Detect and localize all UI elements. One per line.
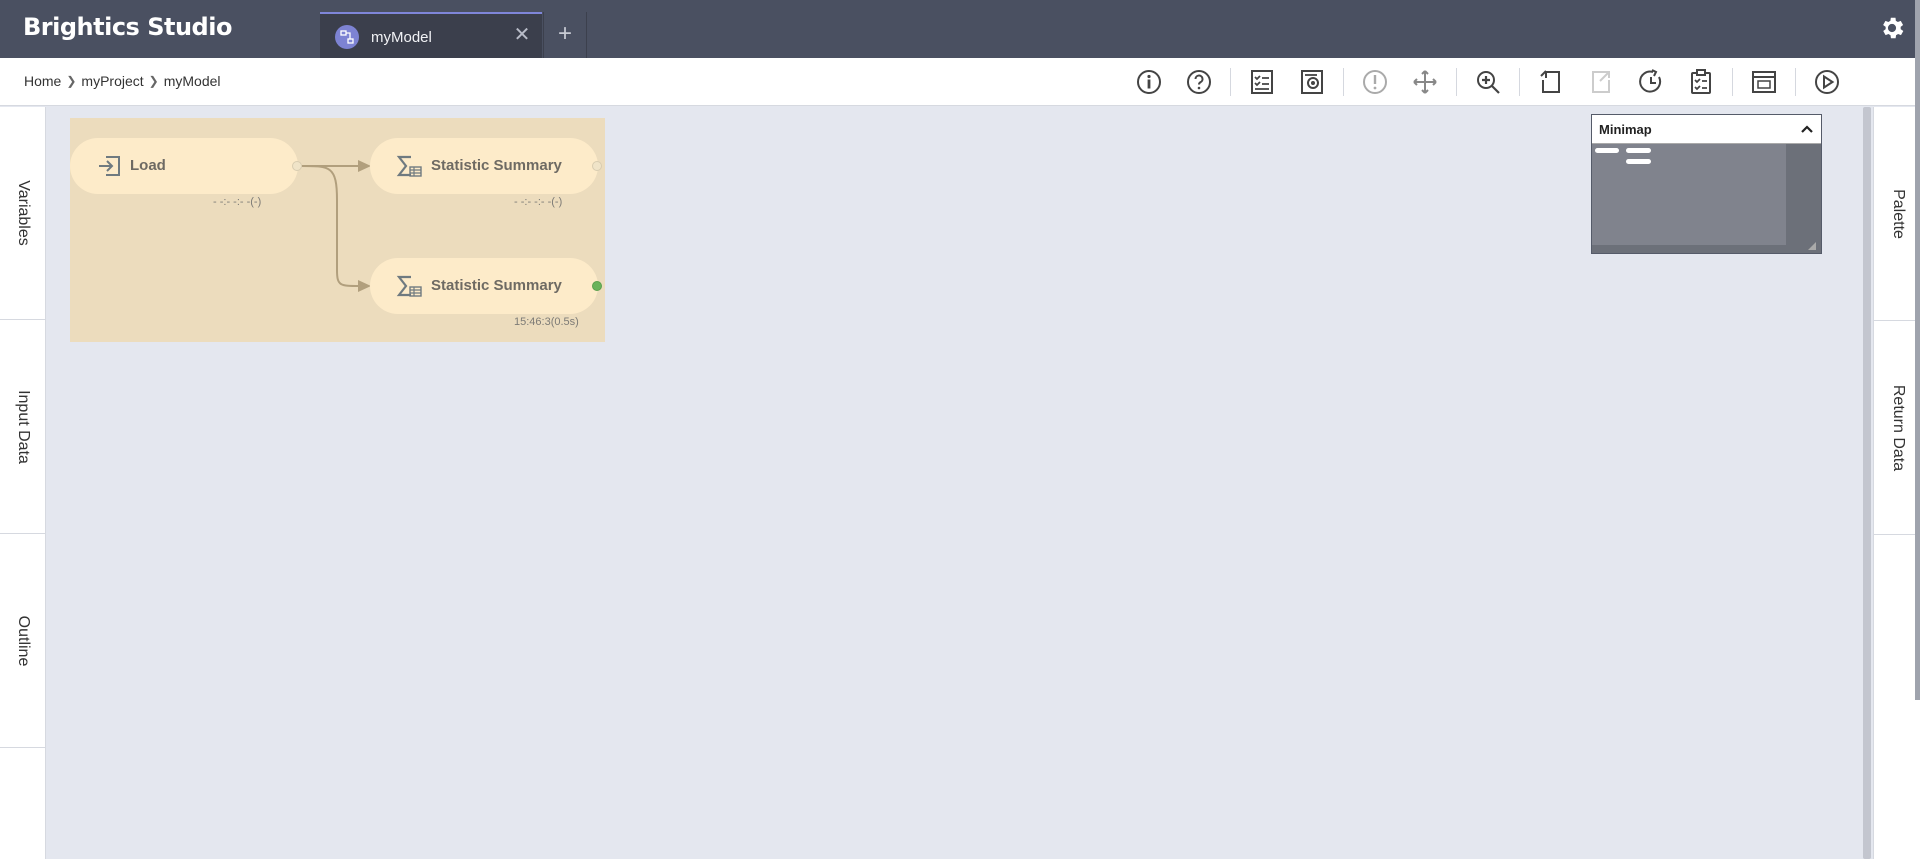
chevron-up-icon[interactable] [1799, 121, 1815, 137]
tab-label: Input Data [15, 390, 32, 464]
undo-icon[interactable] [1534, 66, 1568, 98]
chevron-right-icon: ❯ [66, 74, 77, 88]
app-header: Brightics Studio myModel ✕ + [0, 0, 1920, 58]
resize-handle-icon[interactable] [1808, 237, 1816, 250]
toolbar-divider [1343, 68, 1344, 96]
scrollbar-thumb[interactable] [1863, 107, 1871, 859]
tab-label: Return Data [1889, 384, 1907, 471]
minimap-scrollbar [1786, 144, 1821, 245]
node-status: 15:46:3(0.5s) [514, 316, 579, 328]
history-icon[interactable] [1634, 66, 1668, 98]
redo-icon[interactable] [1584, 66, 1618, 98]
toolbar-divider [1795, 68, 1796, 96]
tab-input-data[interactable]: Input Data [0, 321, 46, 534]
minimap-node [1626, 159, 1651, 164]
toolbar-divider [1230, 68, 1231, 96]
breadcrumb-home[interactable]: Home [24, 73, 61, 89]
minimap-title: Minimap [1599, 122, 1652, 137]
node-label: Statistic Summary [431, 277, 562, 294]
node-statistic-summary-1[interactable]: Statistic Summary [370, 138, 598, 194]
node-output-port[interactable] [592, 281, 602, 291]
node-output-port[interactable] [592, 161, 602, 171]
help-icon[interactable] [1182, 66, 1216, 98]
minimap[interactable]: Minimap [1591, 114, 1822, 254]
node-output-port[interactable] [292, 161, 302, 171]
node-label: Load [130, 157, 166, 174]
editor-toolbar: Home ❯ myProject ❯ myModel [0, 58, 1920, 106]
preview-icon[interactable] [1295, 66, 1329, 98]
minimap-node [1595, 148, 1619, 153]
tab-label: Palette [1889, 188, 1907, 239]
tab-label: myModel [371, 29, 432, 46]
node-statistic-summary-2[interactable]: Statistic Summary [370, 258, 598, 314]
node-label: Statistic Summary [431, 157, 562, 174]
tab-palette[interactable]: Palette [1874, 107, 1920, 321]
toolbar-divider [1456, 68, 1457, 96]
run-icon[interactable] [1810, 66, 1844, 98]
tab-return-data[interactable]: Return Data [1874, 321, 1920, 535]
breadcrumb-model: myModel [163, 73, 221, 89]
model-icon [335, 25, 359, 49]
canvas-scrollbar[interactable] [1861, 107, 1873, 859]
chevron-right-icon: ❯ [148, 74, 159, 88]
close-icon[interactable]: ✕ [512, 25, 532, 45]
validate-icon[interactable] [1358, 66, 1392, 98]
node-status: - -:- -:- -(-) [514, 196, 563, 208]
toolbar-divider [1519, 68, 1520, 96]
add-tab-button[interactable]: + [543, 12, 587, 58]
node-load[interactable]: Load [70, 138, 298, 194]
right-panel: Palette Return Data [1873, 107, 1920, 859]
report-icon[interactable] [1245, 66, 1279, 98]
minimap-scrollbar [1592, 245, 1821, 253]
sigma-icon [396, 274, 422, 298]
layout-icon[interactable] [1747, 66, 1781, 98]
checklist-icon[interactable] [1684, 66, 1718, 98]
sigma-icon [396, 154, 422, 178]
load-icon [96, 154, 122, 178]
page-scrollbar[interactable] [1915, 0, 1920, 700]
breadcrumb: Home ❯ myProject ❯ myModel [24, 73, 221, 89]
left-panel: Variables Input Data Outline [0, 107, 46, 859]
app-title: Brightics Studio [23, 13, 232, 41]
zoom-icon[interactable] [1471, 66, 1505, 98]
minimap-header: Minimap [1592, 115, 1821, 144]
tab-outline[interactable]: Outline [0, 535, 46, 748]
tab-label: Variables [15, 180, 32, 246]
gear-icon[interactable] [1878, 14, 1906, 42]
tab-variables[interactable]: Variables [0, 107, 46, 320]
pan-icon[interactable] [1408, 66, 1442, 98]
minimap-node [1626, 148, 1651, 153]
breadcrumb-project[interactable]: myProject [81, 73, 143, 89]
node-status: - -:- -:- -(-) [213, 196, 262, 208]
info-icon[interactable] [1132, 66, 1166, 98]
toolbar-divider [1732, 68, 1733, 96]
minimap-viewport[interactable] [1592, 144, 1786, 245]
tab-label: Outline [15, 615, 32, 667]
tab-mymodel[interactable]: myModel ✕ [320, 12, 542, 58]
